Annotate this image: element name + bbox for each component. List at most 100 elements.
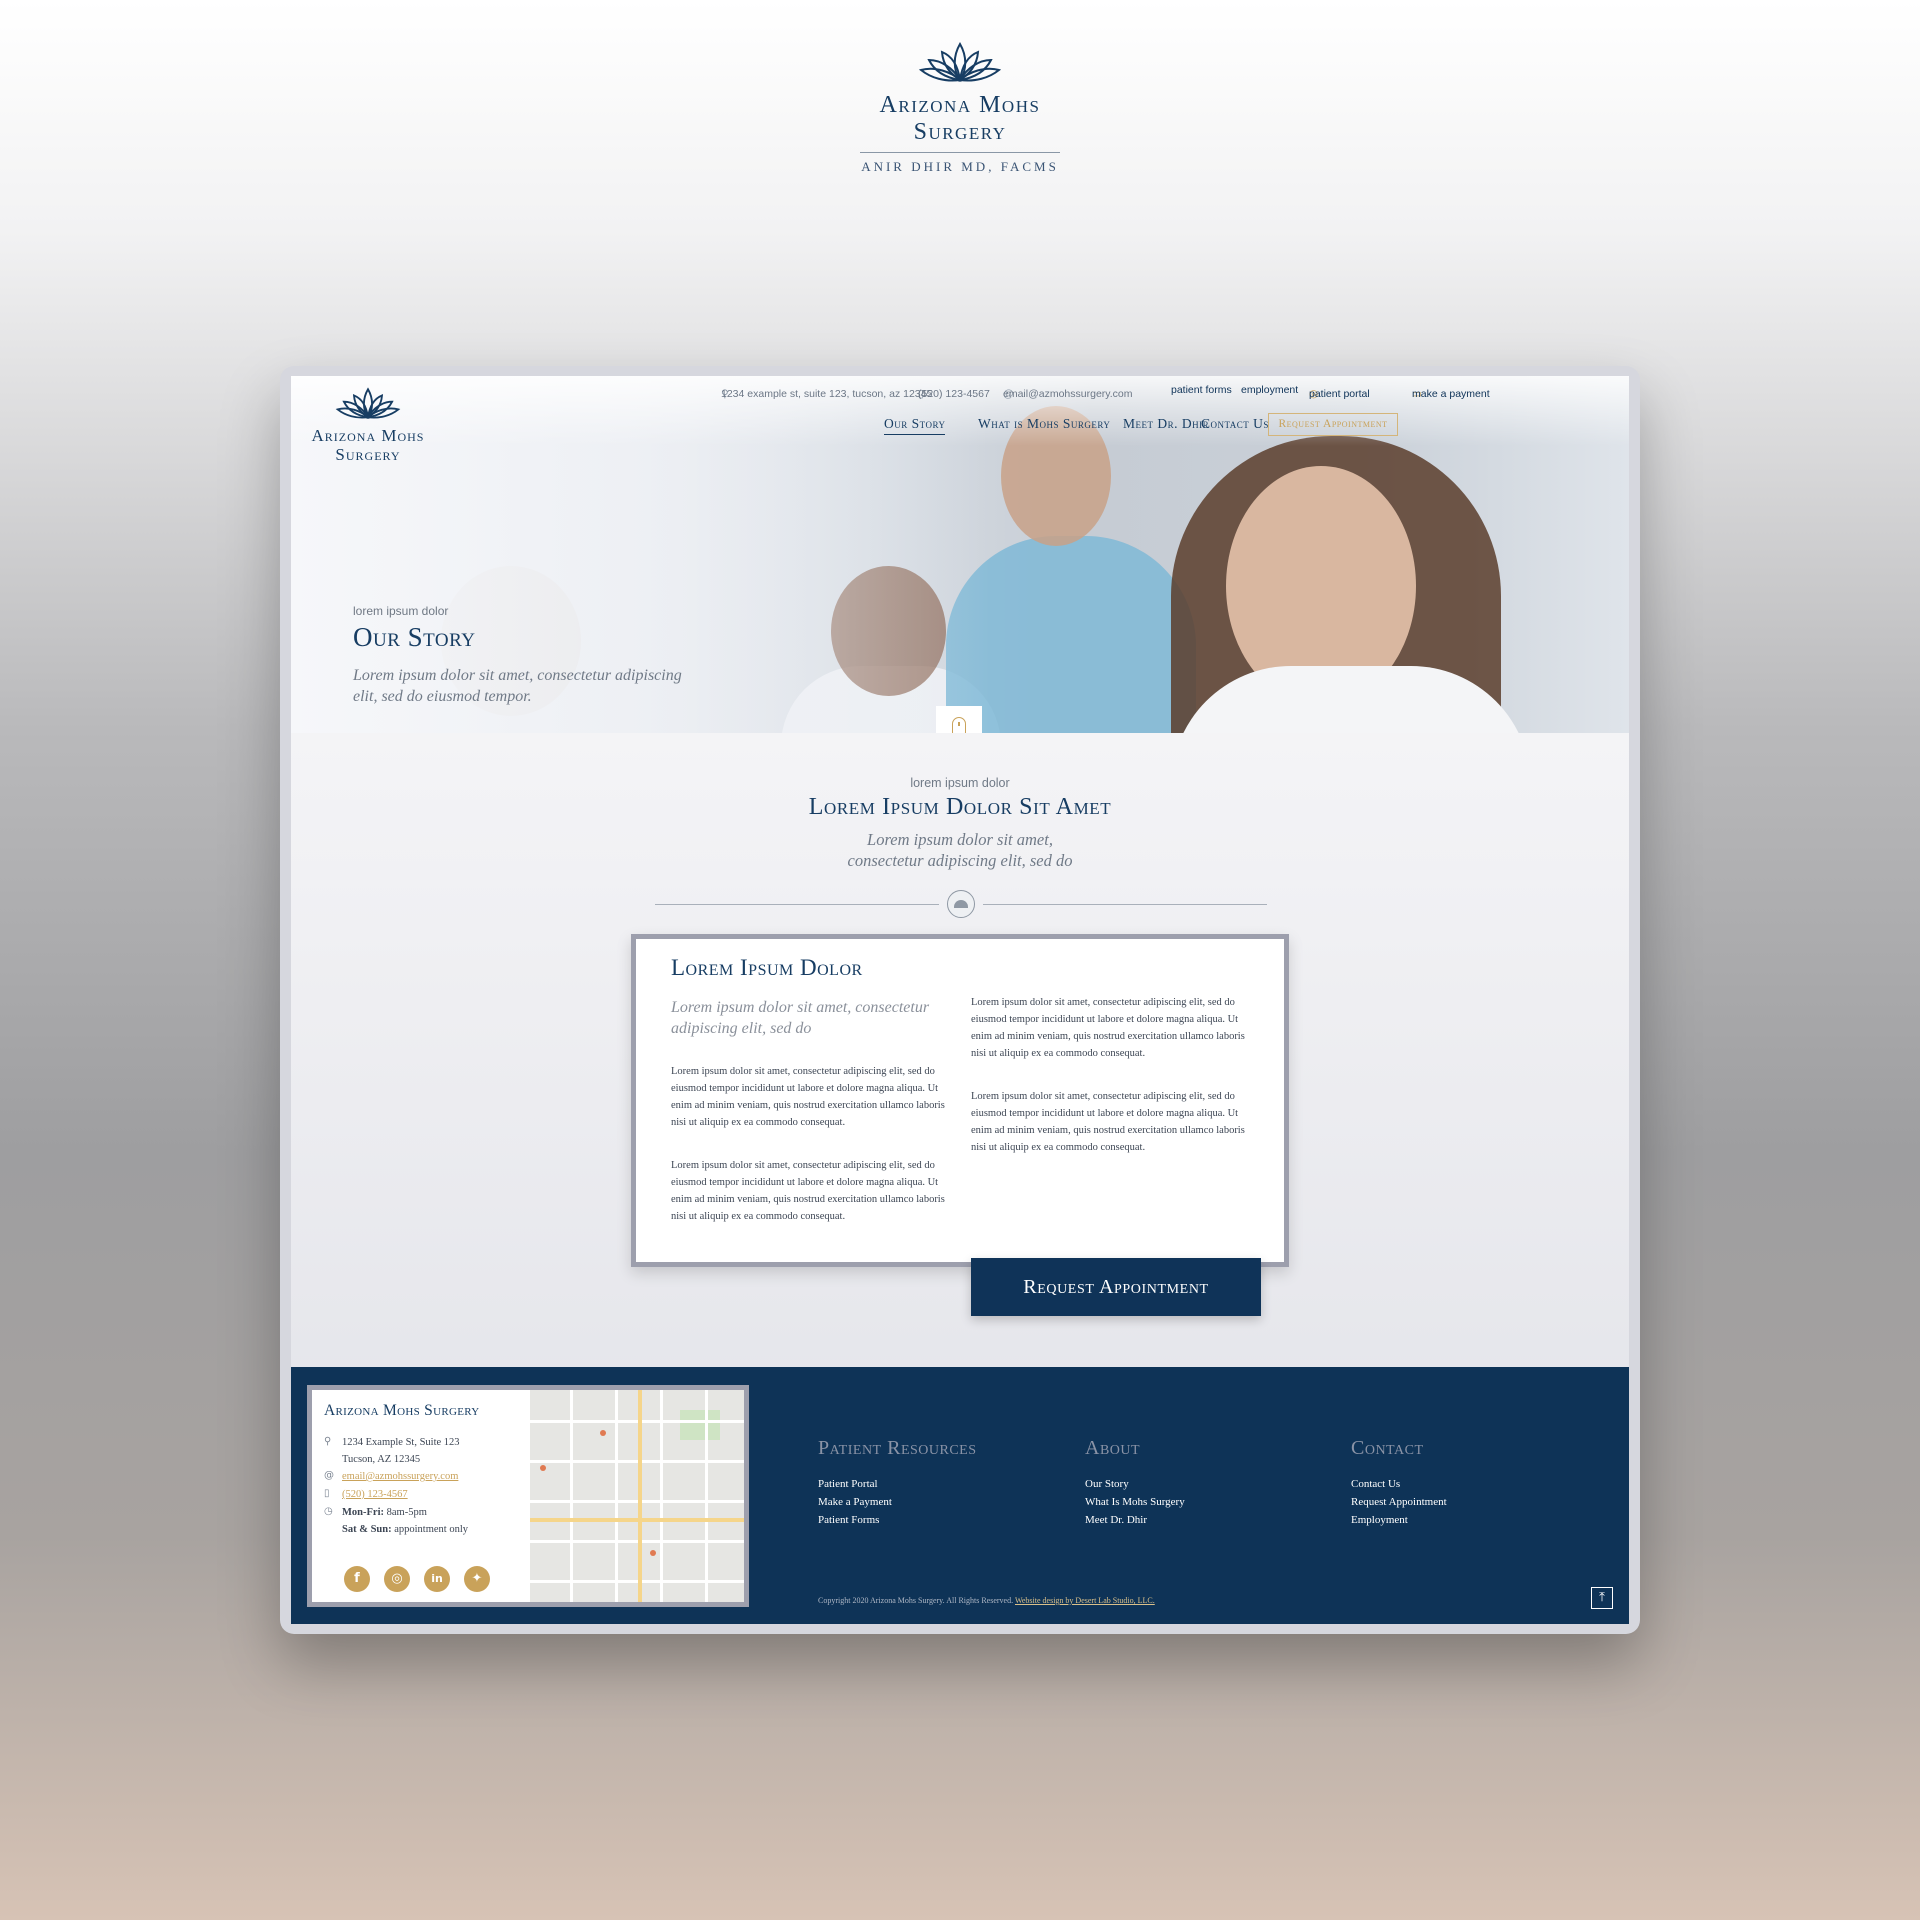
card-lead: Lorem ipsum dolor sit amet, consectetur …	[671, 999, 930, 1037]
mouse-scroll-icon	[952, 717, 966, 733]
map-road	[705, 1390, 708, 1602]
card-paragraph: Lorem ipsum dolor sit amet, consectetur …	[671, 1066, 945, 1128]
intro-title: Lorem Ipsum Dolor Sit Amet	[808, 794, 1112, 820]
intro-line1: Lorem ipsum dolor sit amet,	[867, 830, 1053, 849]
footer-link-patient-forms[interactable]: Patient Forms	[818, 1514, 977, 1526]
map-pin-icon	[650, 1550, 656, 1556]
footer: Arizona Mohs Surgery ⚲ 1234 Example St, …	[291, 1367, 1629, 1624]
utility-bar: ⚲ 1234 example st, suite 123, tucson, az …	[291, 380, 1629, 400]
hero-section: Arizona Mohs Surgery ⚲ 1234 example st, s…	[291, 376, 1629, 733]
hero-text: Lorem ipsum dolor sit amet, consectetur …	[353, 667, 682, 705]
footer-col-patient-resources: Patient Resources Patient Portal Make a …	[818, 1437, 977, 1526]
twitter-icon[interactable]: ✦	[464, 1566, 490, 1592]
footer-link-meet-dr-dhir[interactable]: Meet Dr. Dhir	[1085, 1514, 1185, 1526]
web-page: Arizona Mohs Surgery ⚲ 1234 example st, s…	[291, 376, 1629, 1624]
employment-link[interactable]: employment	[1241, 384, 1298, 396]
map-road	[660, 1390, 663, 1602]
nav-meet-dr-dhir[interactable]: Meet Dr. Dhir	[1123, 416, 1209, 432]
map-road	[530, 1540, 744, 1543]
section-divider	[655, 890, 1267, 920]
contact-address-line2: Tucson, AZ 12345	[342, 1454, 421, 1465]
map-road	[570, 1390, 573, 1602]
map-road	[615, 1390, 618, 1602]
footer-link-make-payment[interactable]: Make a Payment	[818, 1496, 977, 1508]
footer-col-contact: Contact Contact Us Request Appointment E…	[1351, 1437, 1447, 1526]
nav-request-appointment-button[interactable]: Request Appointment	[1268, 413, 1398, 436]
location-map[interactable]	[530, 1390, 744, 1602]
map-road	[530, 1500, 744, 1503]
hours-value-2: appointment only	[394, 1524, 469, 1535]
footer-link-request-appointment[interactable]: Request Appointment	[1351, 1496, 1447, 1508]
copyright: Copyright 2020 Arizona Mohs Surgery. All…	[818, 1596, 1155, 1605]
footer-heading: Patient Resources	[818, 1437, 977, 1459]
intro-line2: consectetur adipiscing elit, sed do	[847, 851, 1073, 870]
contact-card-title: Arizona Mohs Surgery	[324, 1402, 480, 1419]
footer-link-our-story[interactable]: Our Story	[1085, 1478, 1185, 1490]
phone-icon: ▯	[324, 1488, 330, 1499]
brand-name-line1: Arizona Mohs	[879, 92, 1041, 118]
hours-row-1: Mon-Fri: 8am-5pm	[342, 1504, 427, 1521]
social-links: f ◎ in ✦	[344, 1566, 494, 1592]
make-payment-label: make a payment	[1412, 388, 1490, 400]
map-park	[680, 1410, 720, 1440]
contact-phone-link[interactable]: (520) 123-4567	[342, 1486, 408, 1503]
hours-label-2: Sat & Sun:	[342, 1524, 392, 1535]
nav-our-story[interactable]: Our Story	[884, 416, 946, 435]
browser-frame: Arizona Mohs Surgery ⚲ 1234 example st, s…	[280, 366, 1640, 1634]
hero-kicker: lorem ipsum dolor	[353, 604, 449, 618]
hero-text-block: lorem ipsum dolor Our Story Lorem ipsum …	[353, 604, 693, 707]
card-title: Lorem Ipsum Dolor	[671, 955, 863, 980]
footer-heading: About	[1085, 1437, 1141, 1459]
card-paragraph: Lorem ipsum dolor sit amet, consectetur …	[671, 1160, 945, 1222]
brand-divider	[860, 152, 1060, 153]
map-pin-icon	[540, 1465, 546, 1471]
intro-kicker: lorem ipsum dolor	[910, 776, 1010, 790]
scroll-down-button[interactable]	[936, 706, 982, 733]
location-pin-icon: ⚲	[324, 1436, 332, 1447]
content-card: Lorem Ipsum Dolor Lorem ipsum dolor sit …	[631, 934, 1289, 1267]
facebook-icon[interactable]: f	[344, 1566, 370, 1592]
contact-email-link[interactable]: email@azmohssurgery.com	[342, 1468, 458, 1485]
instagram-icon[interactable]: ◎	[384, 1566, 410, 1592]
hours-label-1: Mon-Fri:	[342, 1507, 384, 1518]
map-pin-icon	[600, 1430, 606, 1436]
map-road	[530, 1460, 744, 1463]
map-main-road	[638, 1390, 642, 1602]
lotus-badge-icon	[947, 890, 975, 918]
footer-heading: Contact	[1351, 1437, 1424, 1459]
footer-contact-card: Arizona Mohs Surgery ⚲ 1234 Example St, …	[307, 1385, 749, 1607]
back-to-top-icon[interactable]: ⤒	[1591, 1587, 1613, 1609]
patient-portal-label: patient portal	[1309, 388, 1370, 400]
divider-line-right	[983, 904, 1267, 905]
brand-subtitle: ANIR DHIR MD, FACMS	[861, 159, 1059, 174]
hours-row-2: Sat & Sun: appointment only	[342, 1521, 468, 1538]
site-logo-line2: Surgery	[335, 445, 401, 464]
divider-line-left	[655, 904, 939, 905]
map-main-road	[530, 1518, 744, 1522]
footer-link-patient-portal[interactable]: Patient Portal	[818, 1478, 977, 1490]
linkedin-icon[interactable]: in	[424, 1566, 450, 1592]
at-icon: @	[324, 1470, 334, 1481]
patient-forms-link[interactable]: patient forms	[1171, 384, 1232, 396]
card-paragraph: Lorem ipsum dolor sit amet, consectetur …	[971, 1091, 1245, 1153]
nav-what-is-mohs[interactable]: What is Mohs Surgery	[978, 416, 1110, 432]
footer-link-what-is-mohs[interactable]: What Is Mohs Surgery	[1085, 1496, 1185, 1508]
lotus-icon	[918, 42, 1002, 83]
brand-name-line2: Surgery	[913, 119, 1007, 145]
footer-link-employment[interactable]: Employment	[1351, 1514, 1447, 1526]
footer-link-contact-us[interactable]: Contact Us	[1351, 1478, 1447, 1490]
utility-address: 1234 example st, suite 123, tucson, az 1…	[721, 388, 933, 400]
map-road	[530, 1420, 744, 1423]
hours-value-1: 8am-5pm	[386, 1507, 427, 1518]
footer-col-about: About Our Story What Is Mohs Surgery Mee…	[1085, 1437, 1185, 1526]
clock-icon: ◷	[324, 1506, 333, 1517]
brand-logo: Arizona Mohs Surgery ANIR DHIR MD, FACMS	[860, 36, 1060, 175]
utility-email: email@azmohssurgery.com	[1003, 388, 1133, 400]
design-credit-link[interactable]: Website design by Desert Lab Studio, LLC…	[1015, 1596, 1155, 1605]
nav-contact-us[interactable]: Contact Us	[1201, 416, 1269, 432]
map-road	[530, 1580, 744, 1583]
main-nav: Our Story What is Mohs Surgery Meet Dr. …	[291, 413, 1629, 439]
intro-section: lorem ipsum dolor Lorem Ipsum Dolor Sit …	[291, 776, 1629, 871]
hero-title: Our Story	[353, 622, 476, 652]
request-appointment-button[interactable]: Request Appointment	[971, 1258, 1261, 1316]
